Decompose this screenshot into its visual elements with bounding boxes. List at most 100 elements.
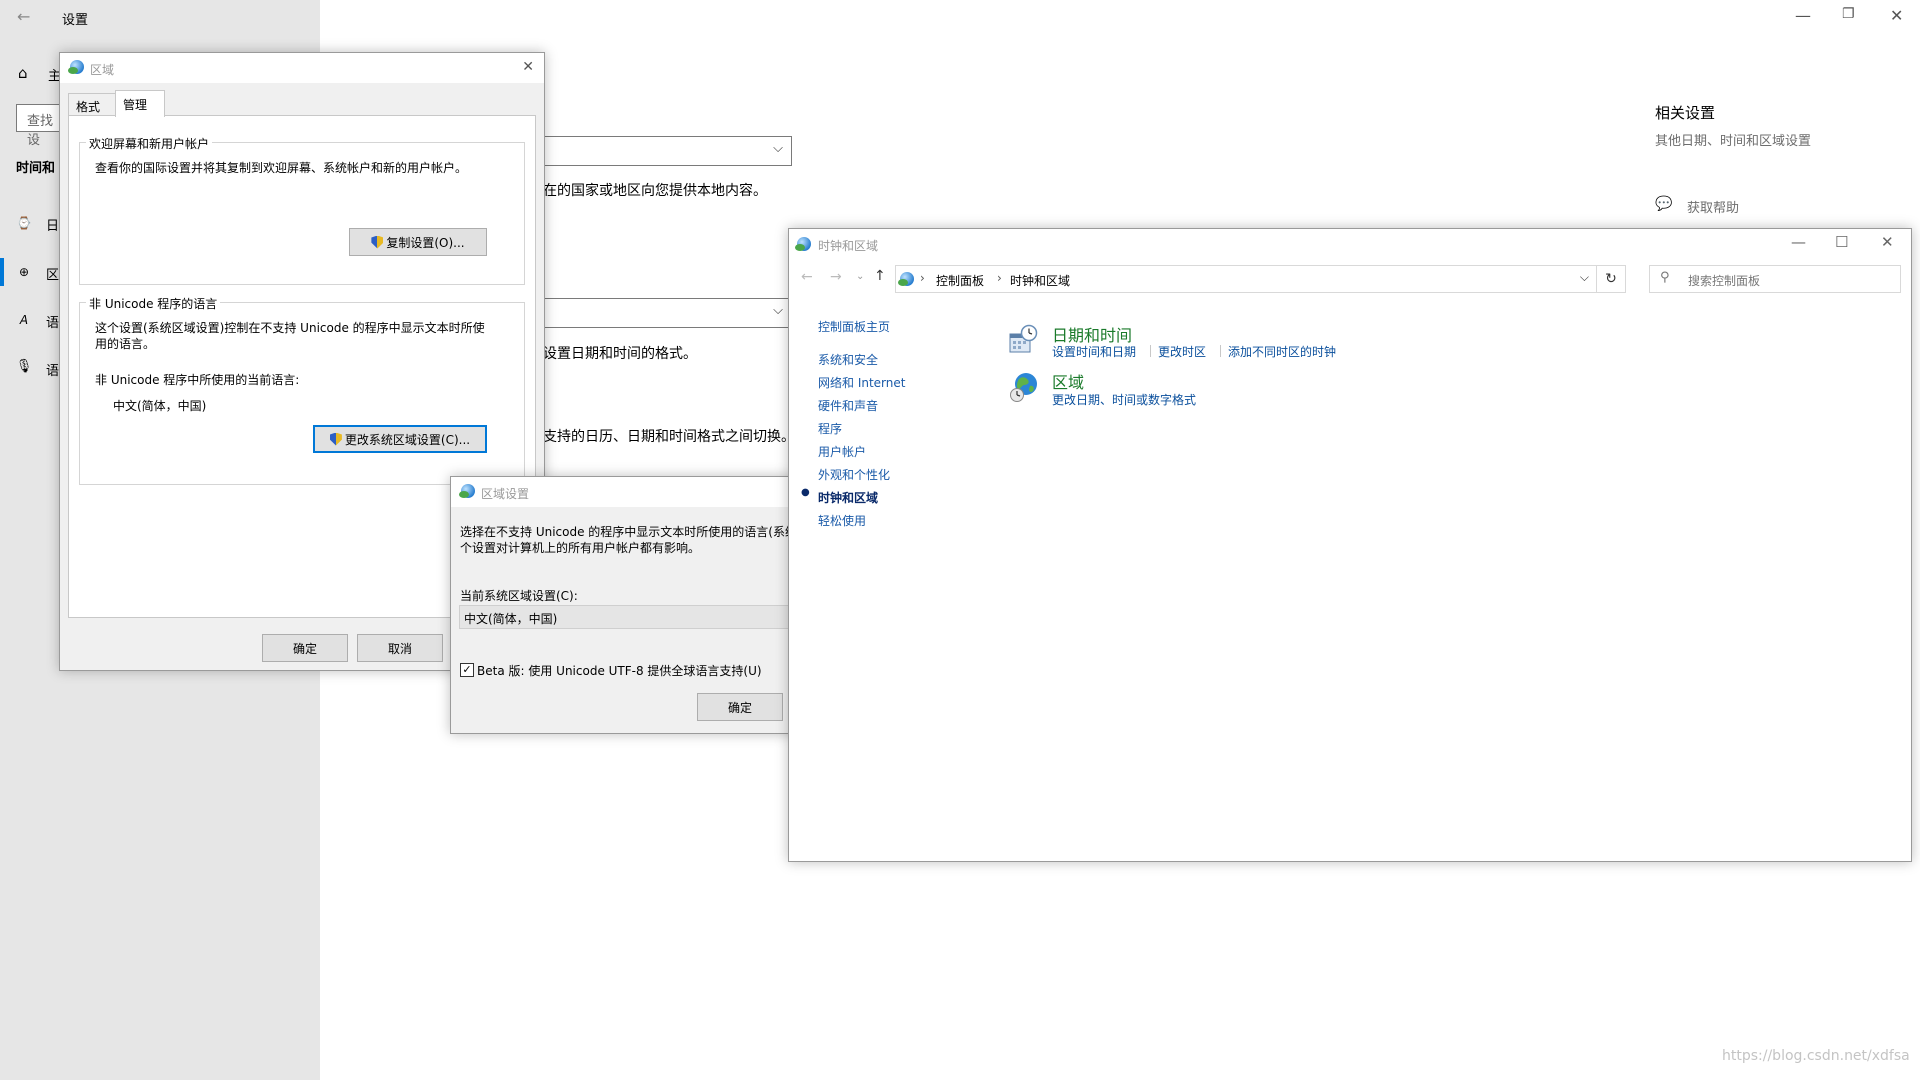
link-separator [1150, 345, 1151, 357]
globe-icon [459, 484, 475, 498]
region-description: 在的国家或地区向您提供本地内容。 [543, 183, 767, 199]
current-language-label: 非 Unicode 程序中所使用的当前语言: [95, 373, 300, 387]
welcome-group-description: 查看你的国际设置并将其复制到欢迎屏幕、系统帐户和新的用户帐户。 [95, 161, 468, 175]
address-dropdown-chevron-icon[interactable]: ⌵ [1580, 270, 1589, 285]
sidebar-item-date-time[interactable]: 日 [46, 215, 59, 234]
region-settings-ok-button[interactable]: 确定 [697, 693, 783, 721]
sidebar-item-hardware-sound[interactable]: 硬件和声音 [818, 397, 878, 414]
home-icon[interactable]: ⌂ [18, 64, 28, 82]
cp-close-button[interactable]: ✕ [1881, 233, 1894, 251]
non-unicode-description-line2: 用的语言。 [95, 337, 156, 351]
breadcrumb-separator-icon: › [920, 271, 925, 285]
microphone-icon: 🎙 [15, 358, 33, 374]
region-settings-description-line2: 个设置对计算机上的所有用户帐户都有影响。 [460, 541, 701, 555]
region-category-title[interactable]: 区域 [1052, 369, 1084, 393]
current-language-value: 中文(简体，中国) [113, 399, 207, 413]
sidebar-item-user-accounts[interactable]: 用户帐户 [818, 443, 866, 460]
sidebar-item-ease-of-access[interactable]: 轻松使用 [818, 512, 866, 529]
back-button[interactable]: ← [801, 269, 813, 285]
search-placeholder: 搜索控制面板 [1688, 274, 1761, 288]
settings-close-button[interactable]: ✕ [1890, 6, 1903, 25]
beta-utf8-checkbox[interactable]: ✓ [460, 663, 474, 677]
set-time-date-link[interactable]: 设置时间和日期 [1052, 343, 1136, 360]
region-globe-icon: ⊕ [18, 265, 30, 279]
date-time-icon[interactable] [1008, 324, 1038, 354]
chevron-down-icon: ⌵ [773, 141, 783, 156]
back-arrow-icon[interactable]: ← [17, 7, 30, 26]
uac-shield-icon [329, 432, 342, 446]
region-icon[interactable] [1008, 371, 1040, 403]
link-separator [1220, 345, 1221, 357]
change-system-locale-button[interactable]: 更改系统区域设置(C)... [313, 425, 487, 453]
forward-button[interactable]: → [830, 269, 842, 285]
chevron-down-icon: ⌵ [773, 303, 783, 318]
recent-locations-chevron-icon[interactable]: ⌄ [856, 271, 864, 282]
watermark-text: https://blog.csdn.net/xdfsa [1722, 1048, 1910, 1064]
calendar-description: 支持的日历、日期和时间格式之间切换。 [543, 429, 795, 445]
non-unicode-description-line1: 这个设置(系统区域设置)控制在不支持 Unicode 的程序中显示文本时所使 [95, 321, 485, 335]
sidebar-item-programs[interactable]: 程序 [818, 420, 842, 437]
welcome-group-label: 欢迎屏幕和新用户帐户 [86, 135, 213, 152]
breadcrumb-separator-icon: › [997, 271, 1002, 285]
sidebar-section-title: 时间和 [16, 161, 56, 176]
region-cancel-button[interactable]: 取消 [357, 634, 443, 662]
country-region-dropdown[interactable]: ⌵ [540, 136, 792, 166]
control-panel-window: 时钟和区域 — ☐ ✕ ← → ⌄ ↑ › 控制面板 › 时钟和区域 ⌵ ↻ ⚲… [788, 228, 1912, 862]
settings-minimize-button[interactable]: — [1795, 6, 1811, 25]
system-locale-select[interactable]: 中文(简体，中国) [459, 605, 801, 629]
system-locale-value: 中文(简体，中国) [464, 612, 558, 626]
sidebar-item-appearance[interactable]: 外观和个性化 [818, 466, 890, 483]
settings-restore-button[interactable]: ❐ [1842, 6, 1855, 22]
sidebar-item-system-security[interactable]: 系统和安全 [818, 351, 878, 368]
region-settings-description-line1: 选择在不支持 Unicode 的程序中显示文本时所使用的语言(系统 [460, 525, 797, 539]
region-settings-dialog: 区域设置 选择在不支持 Unicode 的程序中显示文本时所使用的语言(系统 个… [450, 476, 802, 734]
beta-utf8-label: Beta 版: 使用 Unicode UTF-8 提供全球语言支持(U) [477, 664, 762, 678]
cp-maximize-button[interactable]: ☐ [1835, 233, 1848, 251]
sidebar-item-clock-region[interactable]: 时钟和区域 [818, 489, 878, 506]
region-dialog-close-button[interactable]: ✕ [522, 59, 534, 75]
address-bar[interactable]: › 控制面板 › 时钟和区域 ⌵ [895, 265, 1597, 293]
related-settings-title: 相关设置 [1655, 104, 1716, 122]
control-panel-icon [795, 237, 811, 251]
copy-settings-label: 复制设置(O)... [386, 235, 465, 250]
regional-format-dropdown[interactable]: ⌵ [540, 298, 792, 328]
address-globe-icon [898, 272, 914, 286]
cp-minimize-button[interactable]: — [1791, 233, 1806, 251]
help-chat-icon: 💬 [1655, 196, 1673, 212]
get-help-link[interactable]: 获取帮助 [1687, 197, 1739, 216]
format-description: 设置日期和时间的格式。 [543, 346, 697, 362]
change-system-locale-label: 更改系统区域设置(C)... [344, 432, 471, 447]
non-unicode-group: 非 Unicode 程序的语言 这个设置(系统区域设置)控制在不支持 Unico… [79, 295, 525, 485]
search-icon: ⚲ [1660, 270, 1670, 285]
sidebar-item-speech[interactable]: 语 [46, 360, 59, 379]
region-settings-title: 区域设置 [481, 487, 530, 501]
sidebar-item-language[interactable]: 语 [46, 312, 59, 331]
breadcrumb-clock-region[interactable]: 时钟和区域 [1010, 272, 1070, 289]
non-unicode-group-label: 非 Unicode 程序的语言 [86, 295, 221, 312]
active-bullet-icon: ● [801, 487, 810, 498]
breadcrumb-control-panel[interactable]: 控制面板 [936, 272, 984, 289]
cp-home-link[interactable]: 控制面板主页 [818, 318, 890, 335]
tab-administrative[interactable]: 管理 [115, 90, 165, 117]
region-dialog-title: 区域 [90, 63, 115, 77]
tab-format[interactable]: 格式 [68, 93, 116, 116]
settings-title: 设置 [62, 13, 89, 28]
tab-administrative-label: 管理 [123, 98, 148, 112]
copy-settings-button[interactable]: 复制设置(O)... [349, 228, 487, 256]
current-system-locale-label: 当前系统区域设置(C): [460, 589, 578, 603]
other-date-time-region-link[interactable]: 其他日期、时间和区域设置 [1655, 130, 1811, 149]
control-panel-title: 时钟和区域 [818, 239, 879, 253]
change-formats-link[interactable]: 更改日期、时间或数字格式 [1052, 391, 1196, 408]
up-button[interactable]: ↑ [874, 268, 886, 284]
control-panel-titlebar: 时钟和区域 — ☐ ✕ [789, 229, 1911, 259]
change-time-zone-link[interactable]: 更改时区 [1158, 343, 1206, 360]
region-dialog-titlebar: 区域 ✕ [60, 53, 544, 83]
tab-format-label: 格式 [76, 100, 101, 114]
region-ok-button[interactable]: 确定 [262, 634, 348, 662]
sidebar-item-network-internet[interactable]: 网络和 Internet [818, 374, 905, 391]
add-clocks-link[interactable]: 添加不同时区的时钟 [1228, 343, 1336, 360]
sidebar-item-region[interactable]: 区 [46, 264, 59, 283]
refresh-button[interactable]: ↻ [1597, 265, 1626, 293]
sidebar-active-indicator [0, 258, 4, 286]
control-panel-search-input[interactable]: ⚲ 搜索控制面板 [1649, 265, 1901, 293]
